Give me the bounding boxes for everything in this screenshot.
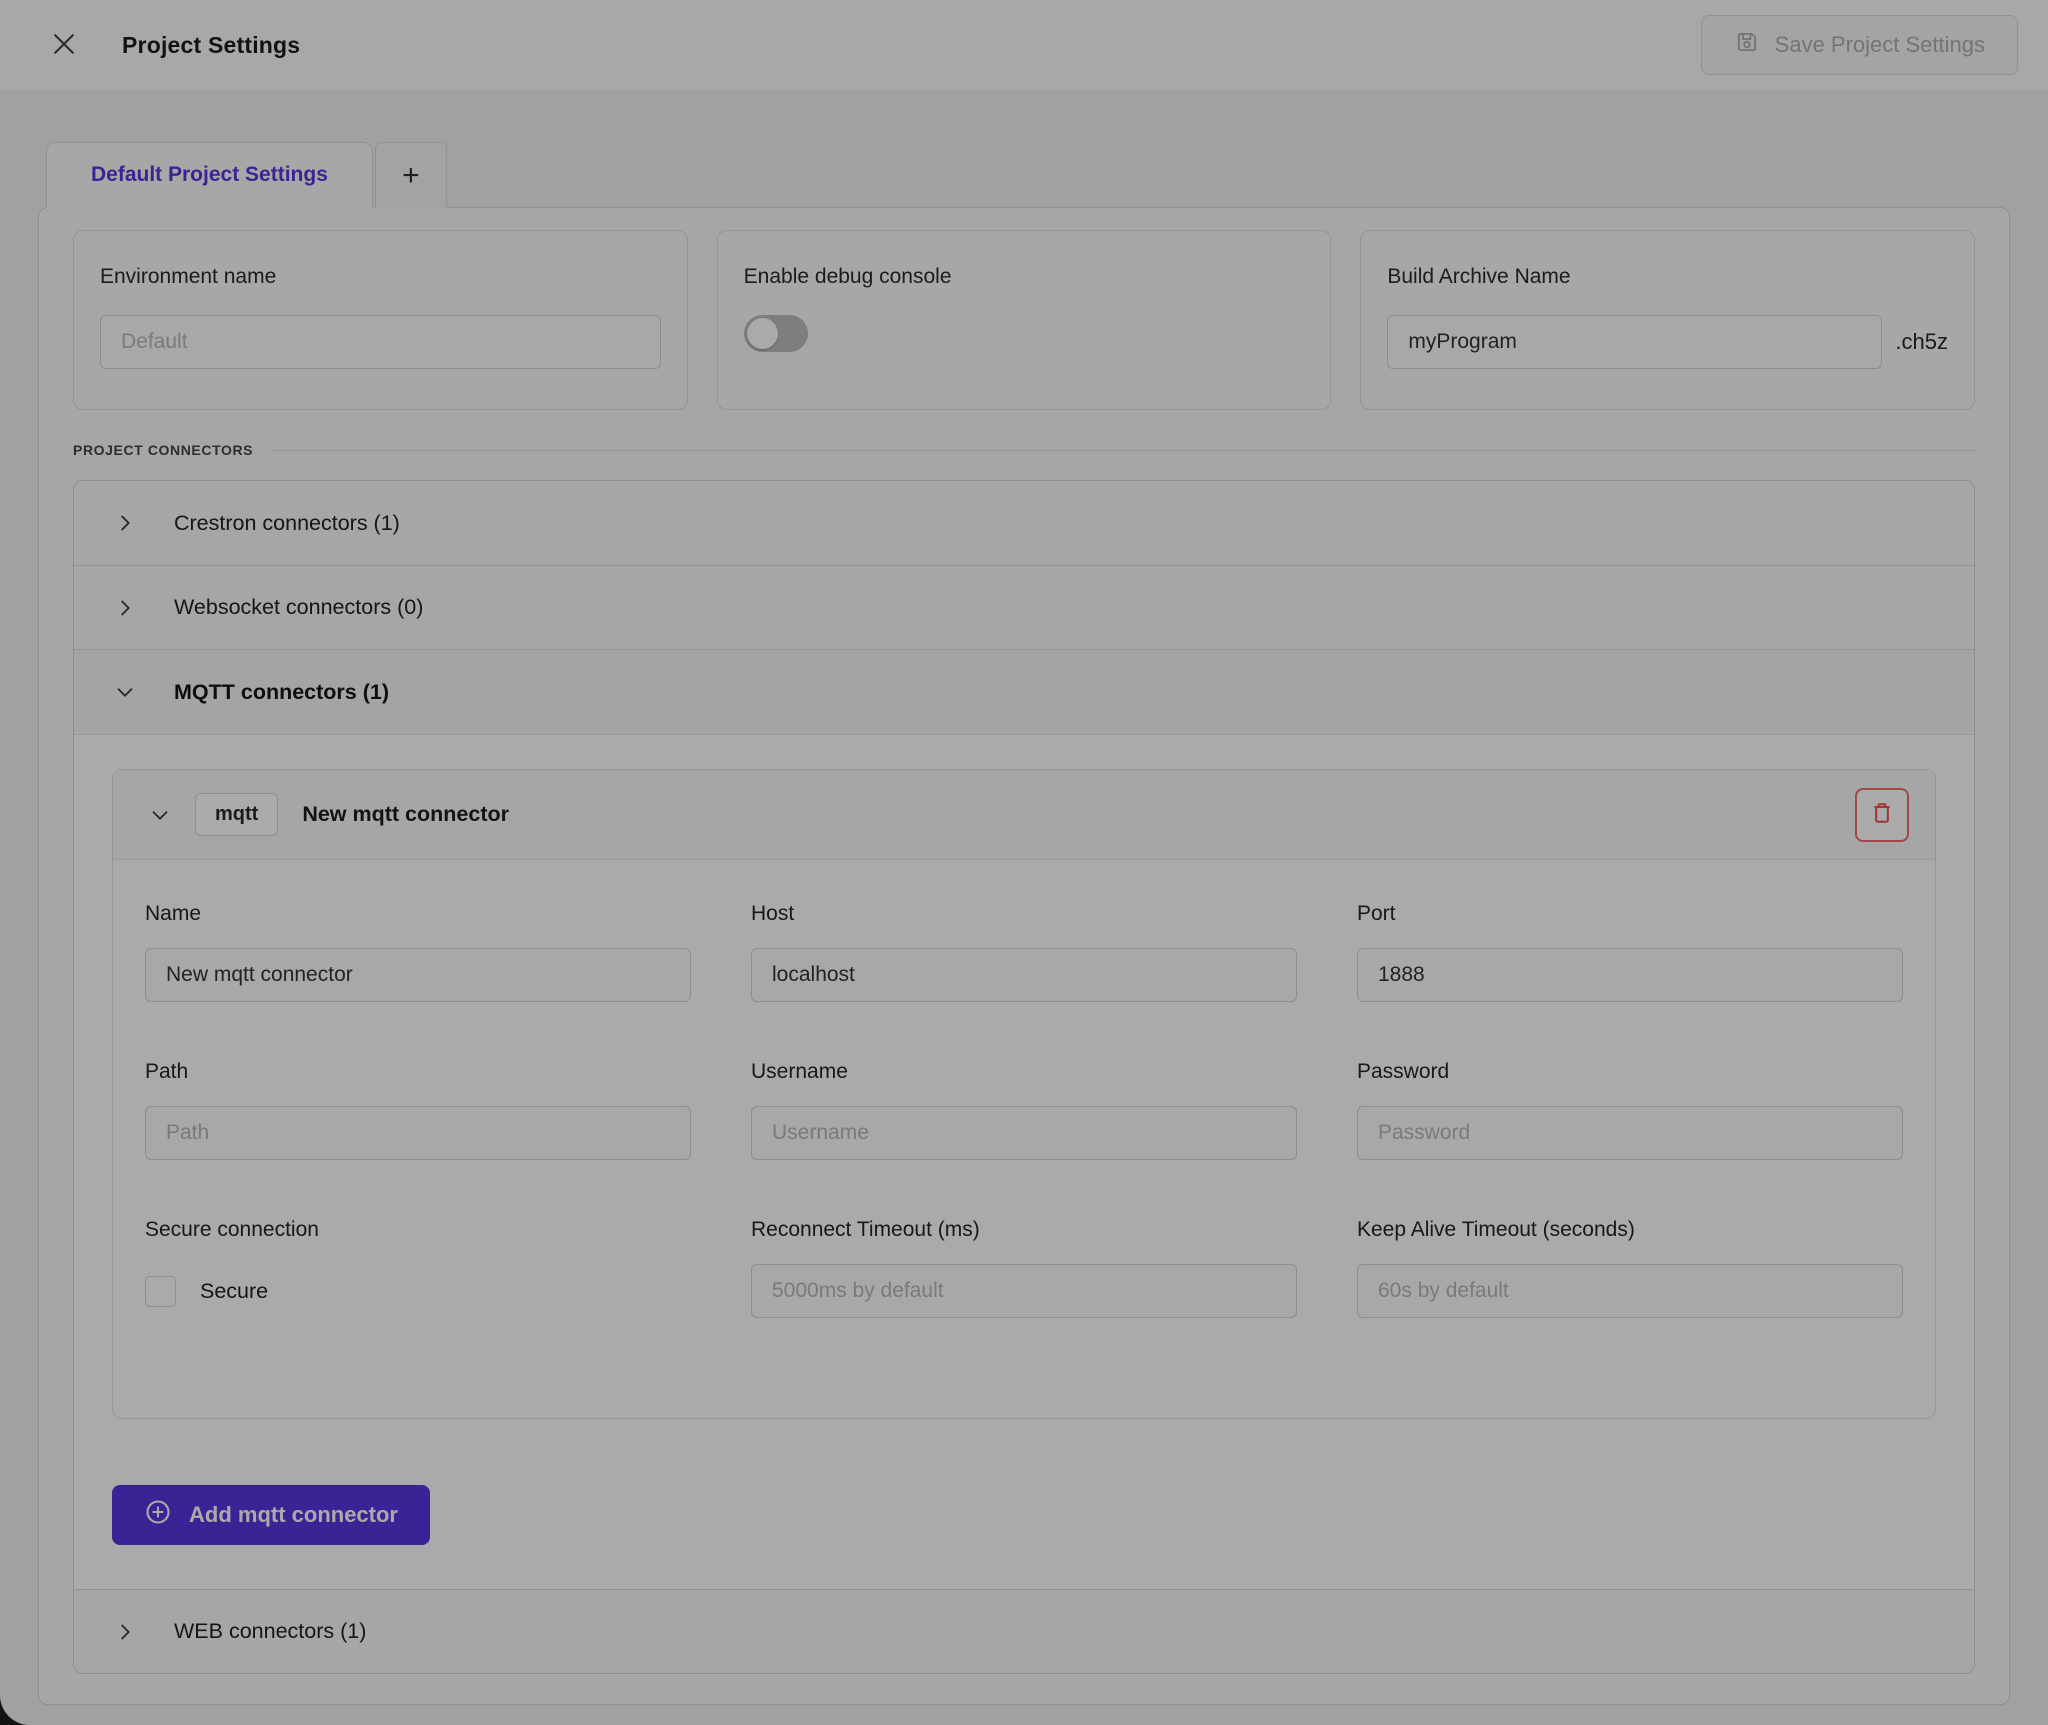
project-connectors-label: PROJECT CONNECTORS xyxy=(73,442,253,458)
chevron-right-icon xyxy=(114,597,136,619)
trash-icon xyxy=(1868,799,1896,830)
username-input[interactable] xyxy=(751,1106,1297,1160)
path-field-group: Path xyxy=(145,1060,691,1160)
username-field-group: Username xyxy=(751,1060,1297,1160)
host-label: Host xyxy=(751,902,1297,926)
reconnect-timeout-field-group: Reconnect Timeout (ms) xyxy=(751,1218,1297,1318)
save-icon xyxy=(1734,29,1760,61)
host-field-group: Host xyxy=(751,902,1297,1002)
websocket-connectors-label: Websocket connectors (0) xyxy=(174,595,423,620)
plus-circle-icon xyxy=(144,1498,172,1532)
username-label: Username xyxy=(751,1060,1297,1084)
port-input[interactable] xyxy=(1357,948,1903,1002)
section-divider xyxy=(273,450,1975,451)
secure-field-group: Secure connection Secure xyxy=(145,1218,691,1318)
host-input[interactable] xyxy=(751,948,1297,1002)
crestron-connectors-label: Crestron connectors (1) xyxy=(174,511,400,536)
mqtt-connector-card: mqtt New mqtt connector xyxy=(112,769,1936,1419)
password-field-group: Password xyxy=(1357,1060,1903,1160)
reconnect-timeout-label: Reconnect Timeout (ms) xyxy=(751,1218,1297,1242)
build-archive-input[interactable] xyxy=(1387,315,1882,369)
environment-name-input[interactable] xyxy=(100,315,661,369)
password-label: Password xyxy=(1357,1060,1903,1084)
password-input[interactable] xyxy=(1357,1106,1903,1160)
settings-cards-row: Environment name Enable debug console Bu… xyxy=(73,230,1975,410)
chevron-down-icon xyxy=(114,681,136,703)
name-input[interactable] xyxy=(145,948,691,1002)
environment-name-card: Environment name xyxy=(73,230,688,410)
project-connectors-section: PROJECT CONNECTORS xyxy=(73,442,1975,458)
port-label: Port xyxy=(1357,902,1903,926)
keepalive-timeout-input[interactable] xyxy=(1357,1264,1903,1318)
name-label: Name xyxy=(145,902,691,926)
path-input[interactable] xyxy=(145,1106,691,1160)
tab-label: Default Project Settings xyxy=(91,163,328,187)
mqtt-type-badge: mqtt xyxy=(195,793,278,836)
chevron-down-icon xyxy=(149,804,171,826)
add-mqtt-connector-label: Add mqtt connector xyxy=(189,1502,398,1528)
toggle-knob xyxy=(747,318,778,349)
secure-checkbox-label: Secure xyxy=(200,1279,268,1304)
archive-extension-suffix: .ch5z xyxy=(1895,329,1948,355)
mqtt-connector-card-header[interactable]: mqtt New mqtt connector xyxy=(113,770,1935,860)
reconnect-timeout-input[interactable] xyxy=(751,1264,1297,1318)
secure-connection-label: Secure connection xyxy=(145,1218,691,1242)
save-button-label: Save Project Settings xyxy=(1775,32,1985,58)
web-connectors-label: WEB connectors (1) xyxy=(174,1619,366,1644)
accordion-websocket-connectors[interactable]: Websocket connectors (0) xyxy=(74,565,1974,649)
keepalive-timeout-label: Keep Alive Timeout (seconds) xyxy=(1357,1218,1903,1242)
tab-default-project-settings[interactable]: Default Project Settings xyxy=(46,142,373,208)
accordion-web-connectors[interactable]: WEB connectors (1) xyxy=(74,1589,1974,1673)
plus-icon: + xyxy=(402,159,420,193)
delete-connector-button[interactable] xyxy=(1855,788,1909,842)
environment-name-label: Environment name xyxy=(100,265,661,289)
settings-panel: Environment name Enable debug console Bu… xyxy=(38,207,2010,1705)
close-icon xyxy=(49,29,79,62)
mqtt-connectors-section: MQTT connectors (1) mqtt New mqtt connec… xyxy=(74,649,1974,1589)
form-row-3: Secure connection Secure Reconnect Timeo… xyxy=(145,1218,1903,1318)
build-archive-label: Build Archive Name xyxy=(1387,265,1948,289)
debug-console-label: Enable debug console xyxy=(744,265,1305,289)
secure-checkbox-row: Secure xyxy=(145,1264,691,1318)
chevron-right-icon xyxy=(114,1621,136,1643)
debug-console-card: Enable debug console xyxy=(717,230,1332,410)
build-archive-card: Build Archive Name .ch5z xyxy=(1360,230,1975,410)
save-project-settings-button[interactable]: Save Project Settings xyxy=(1701,15,2018,75)
mqtt-connectors-body: mqtt New mqtt connector xyxy=(74,734,1974,1589)
name-field-group: Name xyxy=(145,902,691,1002)
port-field-group: Port xyxy=(1357,902,1903,1002)
connectors-accordion: Crestron connectors (1) Websocket connec… xyxy=(73,480,1975,1674)
form-row-1: Name Host Port xyxy=(145,902,1903,1002)
settings-tabbar: Default Project Settings + xyxy=(0,90,2048,207)
modal-header: Project Settings Save Project Settings xyxy=(0,0,2048,90)
close-button[interactable] xyxy=(46,27,82,63)
chevron-right-icon xyxy=(114,512,136,534)
page-title: Project Settings xyxy=(122,32,300,59)
accordion-crestron-connectors[interactable]: Crestron connectors (1) xyxy=(74,481,1974,565)
add-tab-button[interactable]: + xyxy=(375,142,447,208)
project-settings-modal: Project Settings Save Project Settings D… xyxy=(0,0,2048,1725)
path-label: Path xyxy=(145,1060,691,1084)
mqtt-connector-form: Name Host Port xyxy=(113,860,1935,1418)
add-mqtt-connector-button[interactable]: Add mqtt connector xyxy=(112,1485,430,1545)
debug-console-toggle[interactable] xyxy=(744,315,808,352)
keepalive-timeout-field-group: Keep Alive Timeout (seconds) xyxy=(1357,1218,1903,1318)
accordion-mqtt-connectors[interactable]: MQTT connectors (1) xyxy=(74,650,1974,734)
secure-checkbox[interactable] xyxy=(145,1276,176,1307)
mqtt-connectors-label: MQTT connectors (1) xyxy=(174,680,389,705)
mqtt-connector-title: New mqtt connector xyxy=(302,802,509,827)
form-row-2: Path Username Password xyxy=(145,1060,1903,1160)
build-archive-input-row: .ch5z xyxy=(1387,315,1948,369)
